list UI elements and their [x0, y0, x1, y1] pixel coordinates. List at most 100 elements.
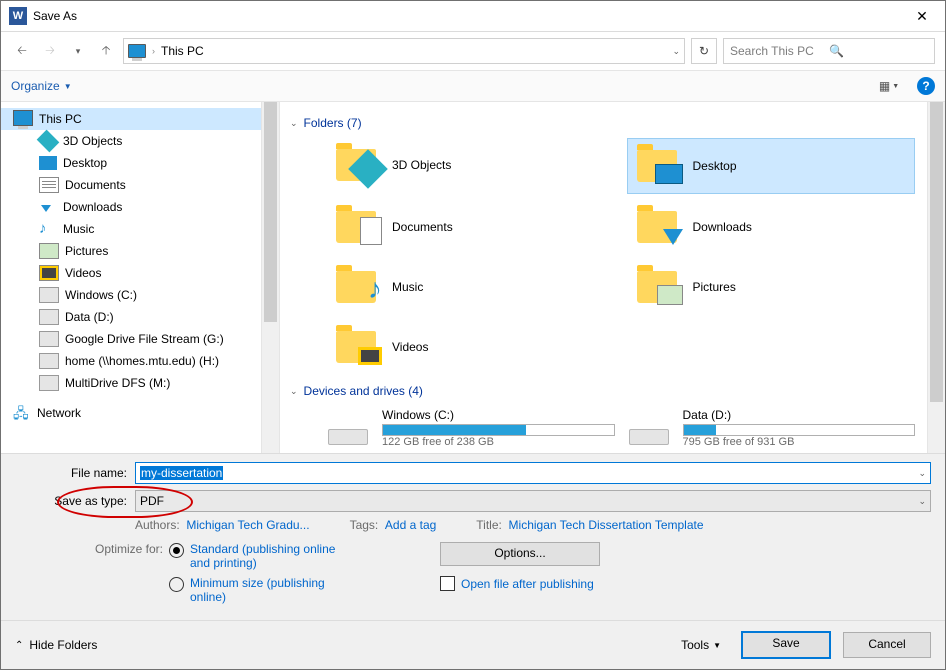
folder-label: Desktop [693, 159, 737, 173]
savetype-select[interactable]: PDF ⌄ [135, 490, 931, 512]
save-button[interactable]: Save [741, 631, 831, 659]
authors-label: Authors: [135, 518, 180, 532]
filename-label: File name: [15, 466, 135, 480]
folder-label: Pictures [693, 280, 736, 294]
tools-menu[interactable]: Tools ▼ [681, 638, 721, 652]
refresh-button[interactable]: ↻ [691, 38, 717, 64]
chevron-down-icon[interactable]: ⌄ [918, 496, 926, 507]
cancel-button[interactable]: Cancel [843, 632, 931, 658]
content-pane: ⌄ Folders (7) 3D Objects Desktop Documents… [280, 102, 945, 453]
tree-node-downloads[interactable]: Downloads [1, 196, 261, 218]
drive-icon [39, 309, 59, 325]
titlebar: W Save As ✕ [1, 1, 945, 32]
videos-icon [39, 265, 59, 281]
radio-dot-icon [169, 543, 184, 558]
drive-tile[interactable]: Data (D:) 795 GB free of 931 GB [627, 406, 916, 450]
pictures-icon [39, 243, 59, 259]
drive-usage-bar [683, 424, 916, 436]
title-label: Title: [476, 518, 502, 532]
annotation-circle [57, 486, 193, 518]
tree-node-pictures[interactable]: Pictures [1, 240, 261, 262]
tags-value[interactable]: Add a tag [385, 518, 436, 532]
authors-value[interactable]: Michigan Tech Gradu... [186, 518, 309, 532]
chevron-down-icon: ▼ [892, 83, 899, 90]
folder-tile[interactable]: ♪ Music [326, 260, 615, 314]
folder-icon: ♪ [334, 267, 378, 307]
section-folders-header[interactable]: ⌄ Folders (7) [290, 116, 915, 130]
folder-label: Music [392, 280, 423, 294]
title-value[interactable]: Michigan Tech Dissertation Template [509, 518, 704, 532]
drive-tile[interactable]: Windows (C:) 122 GB free of 238 GB [326, 406, 615, 450]
pane-scrollbar[interactable] [927, 102, 945, 453]
radio-minimum[interactable]: Minimum size (publishing online) [169, 576, 340, 604]
filename-input[interactable]: my-dissertation ⌄ [135, 462, 931, 484]
drive-icon [627, 411, 671, 445]
close-button[interactable]: ✕ [899, 1, 945, 31]
breadcrumb-chevron-icon: › [152, 46, 155, 56]
tree-node-drive-c[interactable]: Windows (C:) [1, 284, 261, 306]
nav-up-button[interactable]: 🡡 [95, 40, 117, 62]
help-button[interactable]: ? [917, 77, 935, 95]
save-as-dialog: W Save As ✕ 🡠 🡢 ▾ 🡡 › This PC ⌄ ↻ Search… [0, 0, 946, 670]
tree-node-music[interactable]: ♪Music [1, 218, 261, 240]
metadata-row: Authors: Michigan Tech Gradu... Tags: Ad… [135, 518, 931, 532]
body-split: This PC 3D Objects Desktop Documents Dow… [1, 102, 945, 453]
tree-node-3d-objects[interactable]: 3D Objects [1, 130, 261, 152]
open-after-checkbox[interactable]: Open file after publishing [440, 576, 600, 591]
download-icon [39, 200, 57, 214]
tree-node-this-pc[interactable]: This PC [1, 108, 261, 130]
folder-label: 3D Objects [392, 158, 451, 172]
drive-name: Windows (C:) [382, 408, 615, 422]
tree-node-desktop[interactable]: Desktop [1, 152, 261, 174]
folder-tile[interactable]: Desktop [627, 138, 916, 194]
view-mode-button[interactable]: ▦ ▼ [871, 74, 907, 98]
desktop-icon [39, 156, 57, 170]
hide-folders-button[interactable]: ⌃ Hide Folders [15, 638, 97, 652]
nav-forward-button[interactable]: 🡢 [39, 40, 61, 62]
folder-label: Downloads [693, 220, 752, 234]
this-pc-icon [13, 110, 33, 126]
folder-tile[interactable]: Videos [326, 320, 615, 374]
address-location: This PC [161, 44, 666, 58]
folder-tile[interactable]: 3D Objects [326, 138, 615, 192]
tree-scrollbar[interactable] [261, 102, 279, 453]
save-form: File name: my-dissertation ⌄ Save as typ… [1, 453, 945, 620]
music-icon: ♪ [39, 222, 57, 236]
drive-usage-bar [382, 424, 615, 436]
chevron-down-icon: ▼ [64, 82, 72, 91]
organize-menu[interactable]: Organize ▼ [11, 79, 72, 93]
options-button[interactable]: Options... [440, 542, 600, 566]
folder-icon [334, 145, 378, 185]
tree-node-videos[interactable]: Videos [1, 262, 261, 284]
checkbox-icon [440, 576, 455, 591]
tree-node-drive-m[interactable]: MultiDrive DFS (M:) [1, 372, 261, 394]
tree-node-documents[interactable]: Documents [1, 174, 261, 196]
tree-node-drive-h[interactable]: home (\\homes.mtu.edu) (H:) [1, 350, 261, 372]
address-bar[interactable]: › This PC ⌄ [123, 38, 685, 64]
folder-icon [635, 267, 679, 307]
address-dropdown-icon[interactable]: ⌄ [672, 46, 680, 57]
chevron-down-icon[interactable]: ⌄ [918, 468, 926, 479]
search-placeholder: Search This PC [730, 44, 829, 58]
search-input[interactable]: Search This PC 🔍 [723, 38, 935, 64]
tree-node-drive-d[interactable]: Data (D:) [1, 306, 261, 328]
folder-tile[interactable]: Downloads [627, 200, 916, 254]
nav-back-button[interactable]: 🡠 [11, 40, 33, 62]
toolbar: Organize ▼ ▦ ▼ ? [1, 70, 945, 102]
tree-node-drive-g[interactable]: Google Drive File Stream (G:) [1, 328, 261, 350]
bottom-bar: ⌃ Hide Folders Tools ▼ Save Cancel [1, 620, 945, 669]
section-drives-header[interactable]: ⌄ Devices and drives (4) [290, 384, 915, 398]
nav-tree: This PC 3D Objects Desktop Documents Dow… [1, 102, 280, 453]
nav-recent-dropdown[interactable]: ▾ [67, 40, 89, 62]
document-icon [39, 177, 59, 193]
folder-icon [334, 207, 378, 247]
nav-row: 🡠 🡢 ▾ 🡡 › This PC ⌄ ↻ Search This PC 🔍 [1, 32, 945, 70]
drive-icon [326, 411, 370, 445]
folder-tile[interactable]: Documents [326, 200, 615, 254]
radio-standard[interactable]: Standard (publishing online and printing… [169, 542, 340, 570]
tree-node-network[interactable]: 🖧Network [1, 402, 261, 424]
word-app-icon: W [9, 7, 27, 25]
optimize-label: Optimize for: [73, 542, 169, 610]
drive-free-text: 795 GB free of 931 GB [683, 436, 916, 448]
folder-tile[interactable]: Pictures [627, 260, 916, 314]
